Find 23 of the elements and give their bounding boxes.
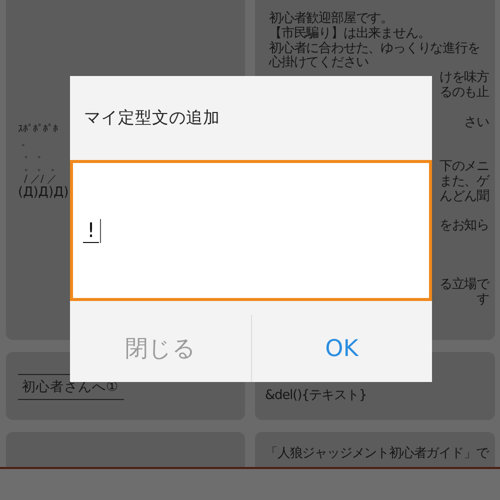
markup-text: &del(){テキスト}	[265, 387, 366, 404]
rule-text: さい	[464, 116, 489, 130]
rule-text: 初心者に合わせた、ゆっくりな進行を	[269, 42, 480, 56]
guide-text: 「人狼ジャッジメント初心者ガイド」で	[265, 445, 488, 462]
ascii-art-line: ｽﾎﾟﾎﾟﾎﾟﾎ	[18, 124, 58, 137]
ascii-art-line: / ／/ ／	[23, 174, 58, 186]
ascii-art-line: 。	[20, 136, 31, 150]
rule-text: 下のメニ	[439, 160, 489, 174]
ascii-art-line: (Д)Д)Д)	[18, 186, 69, 200]
rule-text: るのも止	[439, 86, 489, 101]
rule-text: る立場で	[439, 278, 489, 293]
rule-text: また、ゲ	[439, 174, 489, 190]
rule-text: 【市民騙り】は出来ません。	[269, 26, 430, 41]
ascii-art-line: 。 。 。	[23, 162, 60, 174]
ascii-art-line: 。 。	[23, 149, 48, 162]
rule-text: をお知ら	[439, 219, 489, 234]
rule-text: けを味方	[439, 71, 489, 86]
rule-text: んどん聞	[439, 190, 489, 204]
rule-text: す	[476, 293, 489, 308]
input-field[interactable]: !	[70, 160, 432, 301]
rule-text: 初心者歓迎部屋です。	[269, 12, 394, 26]
dialog-title: マイ定型文の追加	[83, 107, 221, 129]
rule-text: 心掛けてください	[269, 56, 368, 72]
